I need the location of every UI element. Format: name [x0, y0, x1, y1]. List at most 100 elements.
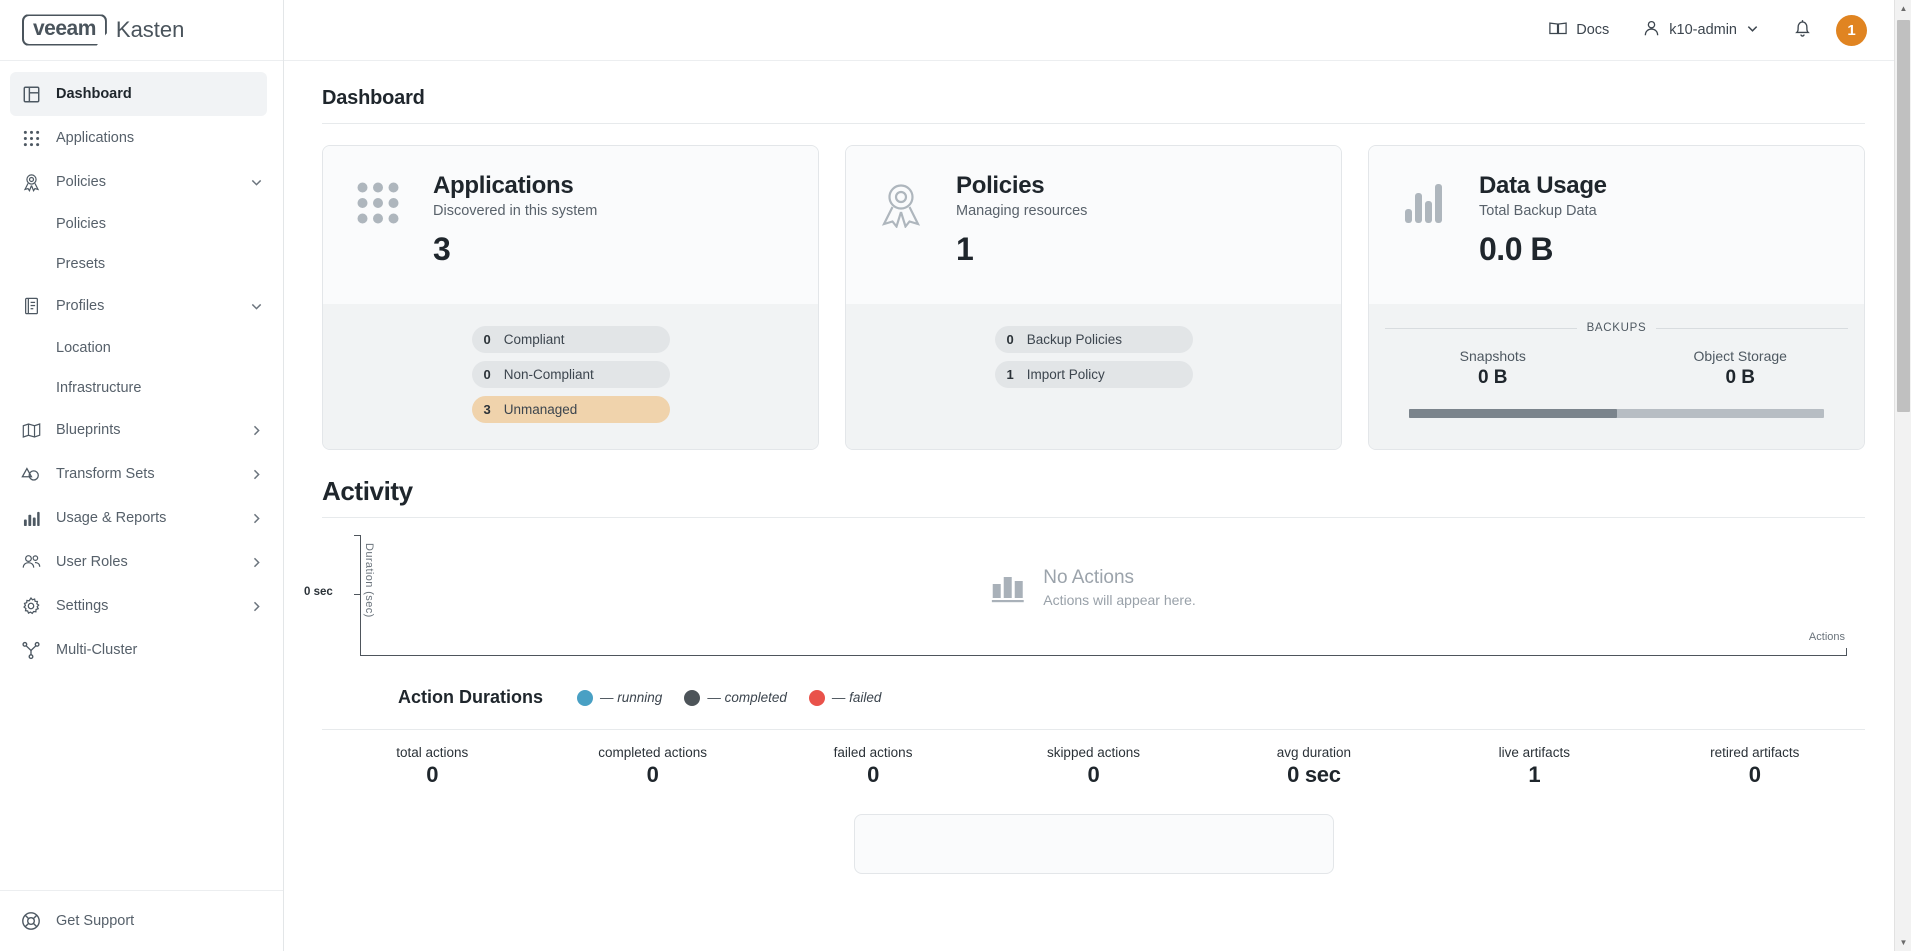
- progress-fill: [1409, 409, 1617, 418]
- status-pill-backup-policies[interactable]: 0 Backup Policies: [995, 326, 1193, 353]
- pill-count: 0: [484, 367, 491, 382]
- legend-swatch-running: [577, 690, 593, 706]
- card-bottom: BACKUPS Snapshots 0 B Object Storage 0 B: [1369, 304, 1864, 449]
- notification-count-badge[interactable]: 1: [1836, 15, 1867, 46]
- page-scrollbar[interactable]: ▲ ▼: [1894, 0, 1911, 951]
- stat-label: skipped actions: [983, 745, 1203, 760]
- scroll-down-arrow-icon[interactable]: ▼: [1895, 934, 1911, 951]
- stat-label: Snapshots: [1369, 348, 1617, 364]
- status-pill-unmanaged[interactable]: 3 Unmanaged: [472, 396, 670, 423]
- sidebar-item-policies[interactable]: Policies: [10, 160, 267, 204]
- policies-card[interactable]: Policies Managing resources 1 0 Backup P…: [845, 145, 1342, 450]
- topbar: Docs k10-admin: [284, 0, 1911, 61]
- sidebar-item-usage-reports[interactable]: Usage & Reports: [10, 496, 267, 540]
- notifications-button[interactable]: [1793, 18, 1812, 43]
- empty-state-text: No Actions Actions will appear here.: [1043, 567, 1196, 608]
- chevron-right-icon[interactable]: [245, 556, 267, 569]
- chevron-right-icon[interactable]: [245, 468, 267, 481]
- sidebar-item-profiles[interactable]: Profiles: [10, 284, 267, 328]
- card-value: 1: [956, 231, 1341, 268]
- card-head: Applications Discovered in this system 3: [433, 172, 818, 304]
- backups-divider-label: BACKUPS: [1587, 322, 1647, 334]
- card-top: Data Usage Total Backup Data 0.0 B: [1369, 146, 1864, 304]
- chevron-down-icon[interactable]: [1746, 22, 1759, 39]
- pill-label: Backup Policies: [1027, 332, 1122, 347]
- sidebar-subitem-infrastructure[interactable]: Infrastructure: [10, 368, 267, 408]
- veeam-kasten-logo[interactable]: veeam Kasten: [22, 14, 184, 45]
- pill-label: Non-Compliant: [504, 367, 594, 382]
- card-head: Policies Managing resources 1: [956, 172, 1341, 304]
- legend-item-completed[interactable]: — completed: [684, 690, 787, 706]
- legend-label: — running: [600, 690, 662, 705]
- title-divider: [322, 123, 1865, 124]
- chevron-down-icon[interactable]: [245, 300, 267, 313]
- user-menu[interactable]: k10-admin: [1643, 20, 1759, 41]
- chevron-right-icon[interactable]: [245, 424, 267, 437]
- sidebar-subitem-location[interactable]: Location: [10, 328, 267, 368]
- chevron-down-icon[interactable]: [245, 176, 267, 189]
- sidebar-item-label: User Roles: [56, 554, 245, 570]
- chart-x-tick-right: [1846, 648, 1847, 656]
- sidebar-item-settings[interactable]: Settings: [10, 584, 267, 628]
- sidebar-item-label: Blueprints: [56, 422, 245, 438]
- chevron-right-icon[interactable]: [245, 600, 267, 613]
- sidebar-item-label: Usage & Reports: [56, 510, 245, 526]
- stat-failed-actions: failed actions 0: [763, 745, 983, 788]
- grid-icon: [18, 127, 44, 149]
- legend-swatch-completed: [684, 690, 700, 706]
- stat-label: total actions: [322, 745, 542, 760]
- sidebar-item-label: Profiles: [56, 298, 245, 314]
- data-usage-card[interactable]: Data Usage Total Backup Data 0.0 B BACKU…: [1368, 145, 1865, 450]
- ribbon-icon: [18, 171, 44, 193]
- veeam-logo-box: veeam: [22, 14, 107, 45]
- snapshots-stat: Snapshots 0 B: [1369, 348, 1617, 389]
- data-usage-stats: Snapshots 0 B Object Storage 0 B: [1369, 348, 1864, 389]
- sidebar-subitem-presets[interactable]: Presets: [10, 244, 267, 284]
- applications-card[interactable]: Applications Discovered in this system 3…: [322, 145, 819, 450]
- pill-label: Import Policy: [1027, 367, 1105, 382]
- grid-dots-icon: [323, 172, 433, 304]
- sidebar-item-label: Multi-Cluster: [56, 642, 267, 658]
- users-icon: [18, 551, 44, 573]
- stat-value: 0 B: [1369, 367, 1617, 389]
- sidebar-item-multi-cluster[interactable]: Multi-Cluster: [10, 628, 267, 672]
- card-bottom: 0 Compliant 0 Non-Compliant 3 Unmanaged: [323, 304, 818, 449]
- backups-divider: BACKUPS: [1369, 322, 1864, 334]
- card-bottom: 0 Backup Policies 1 Import Policy: [846, 304, 1341, 449]
- sidebar-subitem-label: Presets: [56, 256, 105, 272]
- status-pill-non-compliant[interactable]: 0 Non-Compliant: [472, 361, 670, 388]
- docs-label: Docs: [1576, 22, 1609, 38]
- sidebar-nav: Dashboard Applications: [0, 61, 283, 890]
- sidebar-subitem-policies[interactable]: Policies: [10, 204, 267, 244]
- sidebar-item-dashboard[interactable]: Dashboard: [10, 72, 267, 116]
- status-pill-compliant[interactable]: 0 Compliant: [472, 326, 670, 353]
- pill-count: 0: [484, 332, 491, 347]
- chevron-right-icon[interactable]: [245, 512, 267, 525]
- stat-retired-artifacts: retired artifacts 0: [1645, 745, 1865, 788]
- sidebar-item-transform-sets[interactable]: Transform Sets: [10, 452, 267, 496]
- docs-link[interactable]: Docs: [1549, 21, 1609, 40]
- card-top: Policies Managing resources 1: [846, 146, 1341, 304]
- chart-y-tick-top: [354, 535, 361, 536]
- legend-swatch-failed: [809, 690, 825, 706]
- bar-chart-icon: [991, 572, 1025, 604]
- scroll-up-arrow-icon[interactable]: ▲: [1895, 0, 1911, 17]
- legend-item-failed[interactable]: — failed: [809, 690, 882, 706]
- status-pill-import-policy[interactable]: 1 Import Policy: [995, 361, 1193, 388]
- card-title: Data Usage: [1479, 172, 1864, 200]
- stat-total-actions: total actions 0: [322, 745, 542, 788]
- bell-icon: [1793, 18, 1812, 43]
- sidebar-item-blueprints[interactable]: Blueprints: [10, 408, 267, 452]
- sidebar-item-applications[interactable]: Applications: [10, 116, 267, 160]
- user-name-label: k10-admin: [1669, 22, 1737, 38]
- person-icon: [1643, 20, 1660, 41]
- next-section-card-partial[interactable]: [854, 814, 1334, 874]
- legend-item-running[interactable]: — running: [577, 690, 662, 706]
- sidebar-item-user-roles[interactable]: User Roles: [10, 540, 267, 584]
- bar-chart-icon: [18, 507, 44, 529]
- get-support-button[interactable]: Get Support: [0, 890, 283, 951]
- divider-line-left: [1385, 328, 1577, 329]
- sidebar-subitem-label: Infrastructure: [56, 380, 141, 396]
- scrollbar-thumb[interactable]: [1897, 20, 1910, 412]
- sidebar-item-label: Settings: [56, 598, 245, 614]
